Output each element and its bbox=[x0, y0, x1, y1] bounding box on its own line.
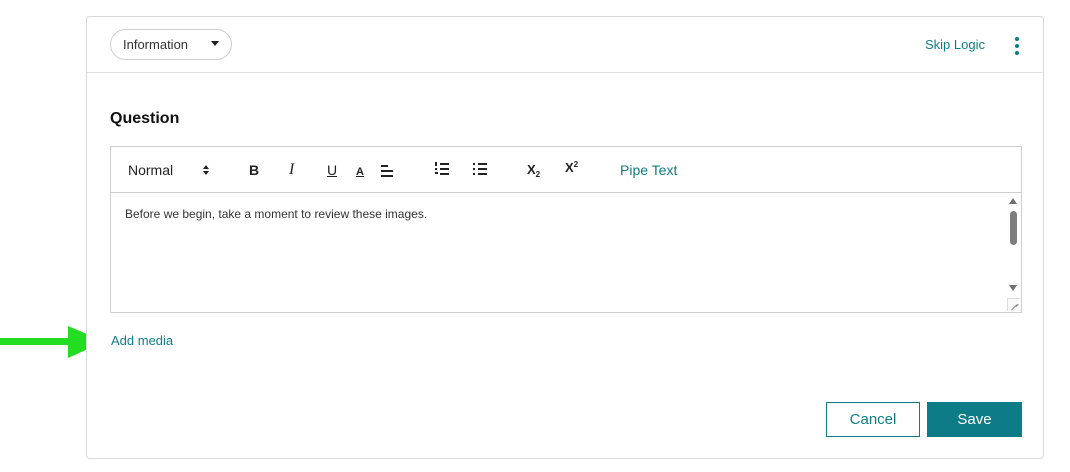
subscript-button[interactable]: X2 bbox=[527, 160, 540, 180]
editor-scrollbar[interactable] bbox=[1005, 193, 1021, 312]
question-label: Question bbox=[110, 110, 180, 127]
question-type-dropdown[interactable]: Information bbox=[110, 29, 232, 60]
rich-text-editor: Normal B I U A X2 X2 Pipe Text Before we… bbox=[110, 146, 1022, 313]
ordered-list-icon[interactable] bbox=[435, 162, 449, 176]
underline-button[interactable]: U bbox=[327, 160, 337, 180]
select-arrows-icon[interactable] bbox=[203, 163, 211, 177]
superscript-button[interactable]: X2 bbox=[565, 158, 578, 178]
question-text-input[interactable]: Before we begin, take a moment to review… bbox=[111, 193, 1006, 312]
text-color-button[interactable]: A bbox=[356, 162, 364, 182]
align-icon[interactable] bbox=[381, 165, 393, 177]
cancel-button[interactable]: Cancel bbox=[826, 402, 920, 437]
subscript-label: X bbox=[527, 162, 536, 177]
superscript-mark: 2 bbox=[573, 160, 579, 169]
scroll-up-icon[interactable] bbox=[1009, 198, 1017, 204]
scroll-thumb[interactable] bbox=[1010, 211, 1017, 245]
bold-button[interactable]: B bbox=[249, 160, 259, 180]
caret-down-icon bbox=[211, 41, 219, 46]
card-header: Information Skip Logic bbox=[87, 17, 1043, 73]
question-type-value: Information bbox=[123, 37, 189, 52]
pipe-text-button[interactable]: Pipe Text bbox=[620, 160, 677, 180]
skip-logic-link[interactable]: Skip Logic bbox=[925, 37, 985, 52]
superscript-label: X bbox=[565, 160, 574, 175]
subscript-mark: 2 bbox=[535, 170, 541, 179]
question-card: Information Skip Logic Question Normal B… bbox=[86, 16, 1044, 459]
editor-toolbar: Normal B I U A X2 X2 Pipe Text bbox=[111, 147, 1021, 193]
add-media-link[interactable]: Add media bbox=[111, 333, 173, 348]
italic-button[interactable]: I bbox=[289, 160, 294, 180]
save-button[interactable]: Save bbox=[927, 402, 1022, 437]
resize-grip-icon[interactable] bbox=[1007, 298, 1020, 311]
format-select[interactable]: Normal bbox=[128, 160, 173, 180]
kebab-vertical-icon[interactable] bbox=[1013, 37, 1023, 55]
bullet-list-icon[interactable] bbox=[473, 162, 487, 176]
scroll-down-icon[interactable] bbox=[1009, 285, 1017, 291]
